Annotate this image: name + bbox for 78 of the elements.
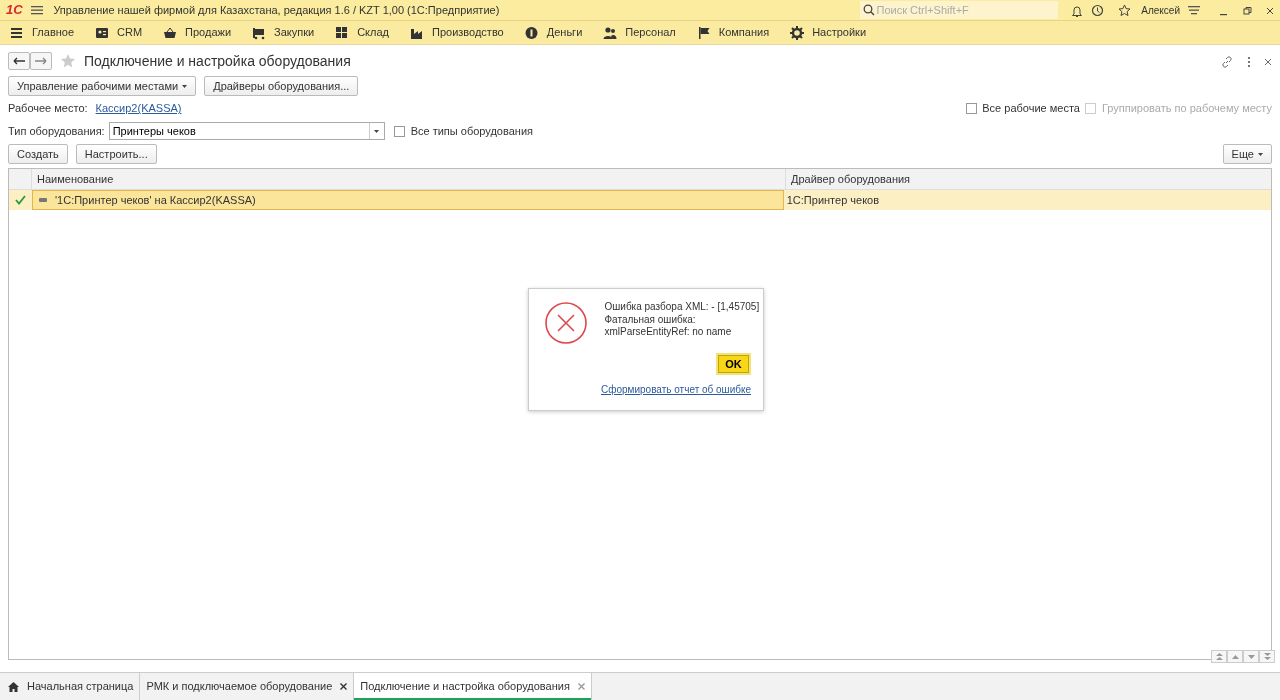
workplace-link[interactable]: Кассир2(KASSA) [95,100,182,117]
window-title: Управление нашей фирмой для Казахстана, редакция 1.6 / KZT 1,00 (1С:Предприятие) [53,2,500,18]
grid-icon [335,25,350,40]
flag-icon [696,25,711,40]
scroll-top-button[interactable] [1211,650,1227,663]
open-tab[interactable]: Подключение и настройка оборудования [354,673,592,700]
error-icon [544,301,588,345]
checkbox-label: Все типы оборудования [410,123,533,139]
basket-icon [163,25,178,40]
gear-icon [790,25,805,40]
section-tab[interactable]: Продажи [163,24,232,41]
star-icon[interactable] [1117,4,1131,18]
section-tab[interactable]: Главное [10,24,75,41]
caret-up-icon [1231,654,1239,659]
table-cell-text: '1С:Принтер чеков' на Кассир2(KASSA) [55,192,256,208]
section-tab[interactable]: Закупки [252,24,315,41]
close-icon[interactable] [340,683,348,690]
caret-icon [182,84,188,88]
arrow-left-icon [13,57,25,65]
section-tab[interactable]: Настройки [790,24,867,41]
section-tab[interactable]: Деньги [524,24,583,41]
people-icon [603,25,618,40]
error-message: Фатальная ошибка: [604,313,697,326]
column-header[interactable]: Драйвер оборудования [786,169,1271,189]
table-cell-text: 1С:Принтер чеков [786,192,880,208]
menu-icon[interactable] [30,4,43,16]
star-icon[interactable] [60,53,76,69]
history-icon[interactable] [1091,3,1105,17]
error-message: Ошибка разбора XML: - [1,45705] [604,301,760,314]
minus-icon [39,198,47,202]
report-link[interactable]: Сформировать отчет об ошибке [601,382,751,397]
double-caret-down-icon [1263,653,1271,660]
section-tab[interactable]: Производство [410,24,504,41]
close-icon[interactable] [1264,57,1272,66]
double-caret-up-icon [1215,653,1223,660]
more-button[interactable]: Еще [1222,144,1272,164]
close-icon[interactable] [1266,5,1274,16]
column-header[interactable]: Наименование [32,169,786,189]
select-box[interactable]: Принтеры чеков [108,122,385,140]
dropdown-button[interactable]: Управление рабочими местами [8,76,197,96]
toolbar-button[interactable]: Создать [8,144,68,164]
caret-icon [1258,152,1263,156]
field-label: Рабочее место: [8,101,88,117]
toolbar-button[interactable]: Настроить... [75,144,157,164]
section-tab[interactable]: Склад [335,24,389,41]
more-icon[interactable] [1246,55,1251,68]
logo[interactable]: 1С [6,0,23,20]
link-icon[interactable] [1221,55,1233,68]
section-tab[interactable]: Компания [696,24,770,41]
ok-button[interactable]: OK [718,355,749,373]
scroll-up-button[interactable] [1227,650,1243,663]
menu-icon [10,25,24,40]
bell-icon[interactable] [1071,4,1084,17]
search-icon [862,4,875,16]
section-tab[interactable]: Персонал [603,24,676,41]
toolbar-button[interactable]: Драйверы оборудования... [204,76,359,96]
checkbox[interactable] [394,125,406,137]
menu-icon[interactable] [1188,4,1200,16]
coin-icon [524,25,539,40]
form-title: Подключение и настройка оборудования [84,51,351,71]
checkbox[interactable] [965,103,977,114]
field-label: Тип оборудования: [8,123,105,139]
arrow-right-icon [35,57,47,65]
restore-icon[interactable] [1242,5,1253,16]
user-name[interactable]: Алексей [1141,2,1180,18]
scroll-bottom-button[interactable] [1259,650,1275,663]
back-button[interactable] [8,52,30,70]
cart-icon [252,25,267,40]
scroll-down-button[interactable] [1243,650,1259,663]
checkbox-label: Группировать по рабочему месту [1101,101,1272,117]
home-icon [8,681,19,692]
checkbox-label: Все рабочие места [982,101,1080,117]
caret-icon [374,129,380,133]
table-row[interactable]: '1С:Принтер чеков' на Кассир2(KASSA) 1С:Принтер чеков [9,190,1271,210]
section-tab[interactable]: CRM [95,24,143,41]
error-message: xmlParseEntityRef: no name [604,326,733,339]
caret-down-icon [1247,654,1255,659]
contact-card-icon [95,25,110,40]
